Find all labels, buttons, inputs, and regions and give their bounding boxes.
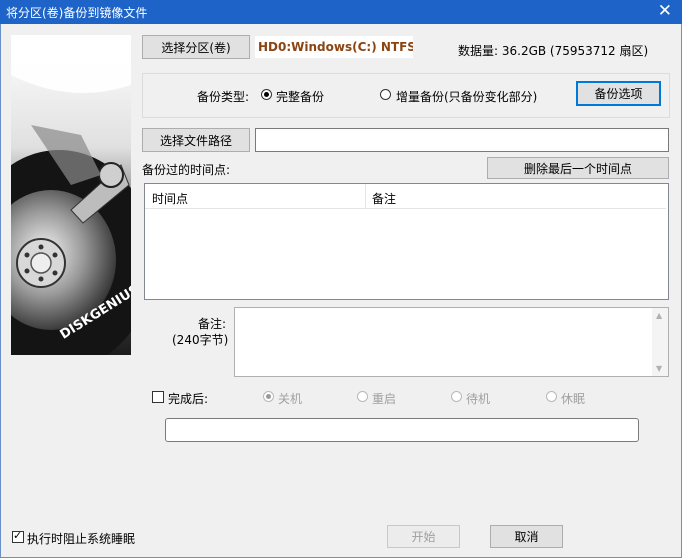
shutdown-label[interactable]: 关机 [278, 390, 302, 407]
status-box [165, 418, 639, 442]
after-complete-label[interactable]: 完成后: [168, 390, 208, 407]
standby-label[interactable]: 待机 [466, 390, 490, 407]
hard-disk-illustration: DISKGENIUS [11, 35, 131, 355]
standby-radio[interactable] [451, 391, 462, 402]
window-border-left [0, 24, 1, 558]
diskgenius-logo: DISKGENIUS [11, 35, 131, 355]
delete-last-timepoint-button[interactable]: 删除最后一个时间点 [487, 157, 669, 179]
timepoints-label: 备份过的时间点: [142, 163, 231, 177]
backup-options-button[interactable]: 备份选项 [576, 81, 661, 106]
start-button[interactable]: 开始 [387, 525, 460, 548]
restart-label[interactable]: 重启 [372, 390, 396, 407]
full-backup-radio[interactable] [261, 89, 272, 100]
backup-type-label: 备份类型: [197, 90, 250, 104]
note-label: 备注: [198, 317, 227, 331]
file-path-input[interactable] [255, 128, 669, 152]
restart-radio[interactable] [357, 391, 368, 402]
selected-partition-display: HD0:Windows(C:) NTFS 64 [255, 36, 413, 58]
scroll-down-icon[interactable]: ▼ [656, 364, 662, 373]
incremental-backup-label[interactable]: 增量备份(只备份变化部分) [396, 88, 537, 105]
after-complete-checkbox[interactable] [152, 391, 164, 403]
prevent-sleep-checkbox[interactable] [12, 529, 24, 543]
column-divider [365, 184, 366, 208]
select-partition-button[interactable]: 选择分区(卷) [142, 35, 250, 59]
selected-partition-value: HD0:Windows(C:) NTFS 64 [258, 40, 413, 54]
timepoints-header: 时间点 备注 [145, 184, 666, 209]
column-header-timepoint[interactable]: 时间点 [152, 190, 188, 207]
shutdown-radio[interactable] [263, 391, 274, 402]
timepoints-list[interactable]: 时间点 备注 [144, 183, 669, 300]
note-limit-label: (240字节) [172, 333, 229, 347]
title-bar: 将分区(卷)备份到镜像文件 ✕ [0, 0, 682, 24]
window-title: 将分区(卷)备份到镜像文件 [6, 6, 148, 20]
data-size-label: 数据量: 36.2GB (75953712 扇区) [458, 44, 649, 58]
cancel-button[interactable]: 取消 [490, 525, 563, 548]
note-textarea[interactable]: ▲ ▼ [234, 307, 669, 377]
scroll-up-icon[interactable]: ▲ [656, 311, 662, 320]
column-header-note[interactable]: 备注 [372, 190, 396, 207]
close-icon[interactable]: ✕ [658, 1, 672, 21]
note-scrollbar[interactable]: ▲ ▼ [652, 308, 668, 376]
select-file-path-button[interactable]: 选择文件路径 [142, 128, 250, 152]
hibernate-label[interactable]: 休眠 [561, 390, 585, 407]
prevent-sleep-label[interactable]: 执行时阻止系统睡眠 [27, 530, 135, 547]
incremental-backup-radio[interactable] [380, 89, 391, 100]
hibernate-radio[interactable] [546, 391, 557, 402]
full-backup-label[interactable]: 完整备份 [276, 88, 324, 105]
